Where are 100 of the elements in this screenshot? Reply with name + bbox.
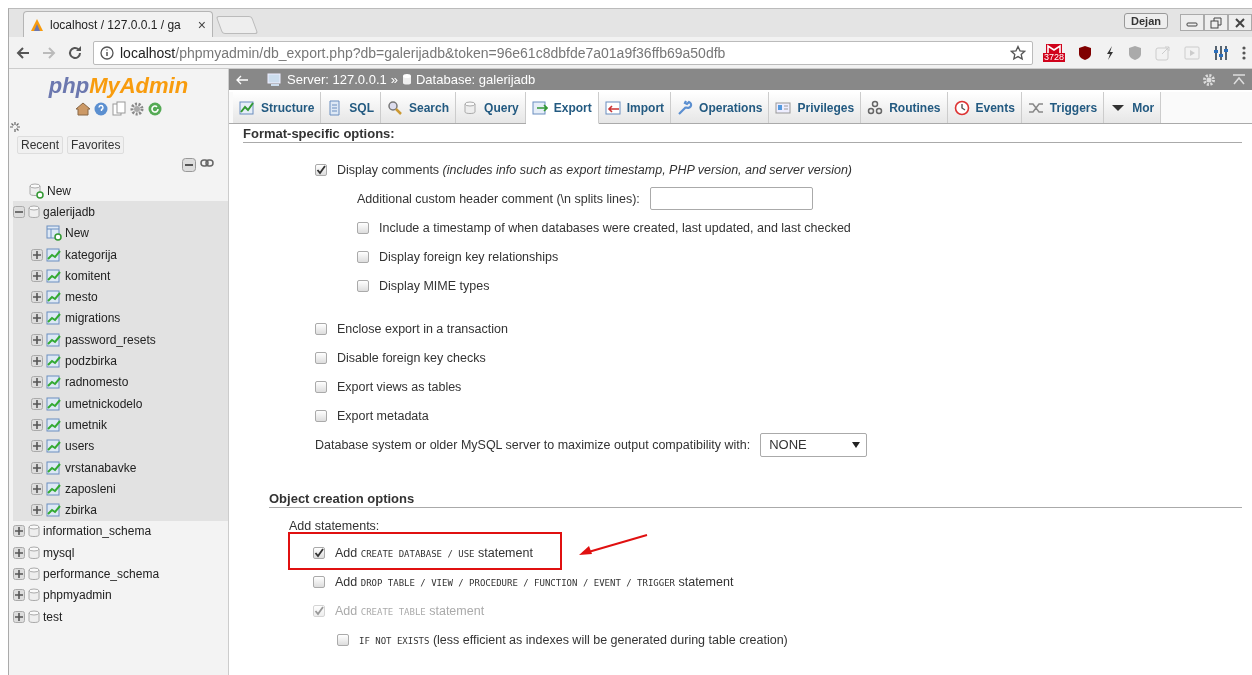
table-link[interactable]: zaposleni [65, 481, 116, 496]
nav-tab[interactable]: Search [381, 92, 457, 123]
checkbox[interactable] [357, 279, 369, 292]
sliders-icon[interactable] [1213, 44, 1229, 61]
nav-tab[interactable]: Operations [671, 92, 770, 123]
table-link[interactable]: podzbirka [65, 354, 118, 368]
database-link[interactable]: performance_schema [43, 567, 160, 581]
checkbox[interactable] [357, 221, 369, 234]
expand-icon[interactable] [13, 589, 25, 602]
table-chart-icon [46, 460, 62, 475]
database-link[interactable]: phpmyadmin [43, 588, 112, 603]
checkbox[interactable] [315, 163, 327, 176]
loading-spinner-icon [9, 121, 21, 133]
expand-icon[interactable] [31, 333, 43, 346]
expand-icon[interactable] [31, 482, 43, 495]
sidebar-tab-button[interactable]: Favorites [67, 136, 125, 154]
expand-icon[interactable] [13, 610, 25, 623]
table-link[interactable]: kategorija [65, 247, 118, 262]
browser-tab[interactable]: localhost / 127.0.0.1 / ga × [23, 11, 213, 37]
collapse-all-icon[interactable] [182, 158, 196, 172]
expand-icon[interactable] [13, 568, 25, 580]
reload-icon[interactable] [67, 44, 83, 61]
compatibility-dropdown[interactable]: NONE [760, 432, 868, 457]
table-link[interactable]: umetnickodelo [65, 396, 143, 411]
nav-tab[interactable]: Events [947, 92, 1022, 123]
expand-icon[interactable] [31, 461, 43, 474]
expand-icon[interactable] [31, 312, 43, 325]
table-link[interactable]: users [65, 439, 95, 454]
expand-icon[interactable] [31, 418, 43, 431]
database-link[interactable]: galerijadb [43, 204, 96, 219]
checkbox[interactable] [315, 322, 327, 335]
table-chart-icon [46, 481, 62, 496]
table-link[interactable]: password_resets [65, 332, 156, 347]
nav-tab[interactable]: Query [456, 92, 526, 123]
profile-button[interactable]: Dejan [1124, 13, 1168, 29]
expand-icon[interactable] [31, 504, 43, 517]
collapse-up-icon[interactable] [1232, 72, 1246, 87]
restore-button[interactable] [1204, 14, 1228, 31]
shield-icon[interactable] [1078, 44, 1092, 61]
checkbox[interactable] [315, 409, 327, 422]
text-field[interactable] [649, 187, 813, 210]
nav-tab[interactable]: Triggers [1021, 92, 1105, 123]
expand-icon[interactable] [31, 248, 43, 261]
menu-icon[interactable] [1242, 44, 1246, 61]
nav-tab[interactable]: Mor [1104, 92, 1162, 123]
back-icon[interactable] [15, 44, 31, 61]
expand-icon[interactable] [13, 525, 25, 538]
new-link[interactable]: New [47, 183, 71, 198]
database-link[interactable]: test [43, 609, 63, 624]
table-link[interactable]: komitent [65, 268, 111, 283]
settings-icon[interactable] [1202, 72, 1216, 87]
table-link[interactable]: radnomesto [65, 375, 129, 390]
expand-icon[interactable] [31, 376, 43, 389]
nav-tab[interactable]: Import [598, 92, 672, 123]
address-bar[interactable]: localhost/phpmyadmin/db_export.php?db=galerijadb&token=96e61c8dbfde7a01a9f36ffb69a50dfb [93, 40, 1033, 65]
close-icon [1234, 16, 1246, 29]
sidebar-tab-button[interactable]: Recent [17, 136, 64, 154]
table-link[interactable]: umetnik [65, 417, 108, 432]
nav-tab[interactable]: Structure [233, 92, 322, 123]
nav-tab[interactable]: SQL [321, 92, 381, 123]
table-link[interactable]: zbirka [65, 503, 97, 518]
expand-icon[interactable] [31, 397, 43, 410]
new-link[interactable]: New [65, 226, 89, 241]
gear-icon[interactable] [128, 101, 145, 117]
field-label: Database system or older MySQL server to maximize output compatibility with: [315, 437, 751, 452]
checkbox[interactable] [315, 380, 327, 393]
help-icon[interactable] [92, 101, 109, 117]
option-label: Display foreign key relationships [379, 249, 559, 264]
home-icon[interactable] [74, 101, 91, 117]
expand-icon[interactable] [31, 440, 43, 453]
star-icon[interactable] [1009, 44, 1026, 61]
expand-icon[interactable] [13, 546, 25, 559]
reload-icon[interactable] [146, 101, 163, 117]
expand-icon[interactable] [31, 291, 43, 304]
nav-tab[interactable]: Routines [861, 92, 948, 123]
database-link[interactable]: Database: galerijadb [415, 72, 536, 87]
nav-tab[interactable]: Export [525, 92, 599, 124]
checkbox[interactable] [313, 546, 325, 559]
link-icon[interactable] [200, 158, 214, 168]
expand-icon[interactable] [31, 355, 43, 367]
table-link[interactable]: vrstanabavke [65, 460, 137, 475]
close-tab-button[interactable]: × [197, 16, 206, 33]
back-arrow-icon[interactable] [235, 73, 249, 86]
nav-tab[interactable]: Privileges [769, 92, 862, 123]
server-link[interactable]: Server: 127.0.0.1 [287, 72, 387, 87]
phpmyadmin-logo[interactable]: phpMyAdmin [48, 73, 189, 99]
database-link[interactable]: information_schema [43, 524, 152, 539]
table-link[interactable]: migrations [65, 311, 121, 326]
collapse-icon[interactable] [13, 205, 25, 218]
close-window-button[interactable] [1228, 14, 1252, 31]
checkbox[interactable] [357, 250, 369, 263]
checkbox[interactable] [315, 351, 327, 364]
database-link[interactable]: mysql [43, 545, 75, 560]
envelope-icon[interactable] [1045, 43, 1063, 53]
section-heading: Object creation options [269, 489, 1242, 508]
checkbox[interactable] [313, 575, 325, 588]
expand-icon[interactable] [31, 269, 43, 282]
server-icon [267, 72, 283, 87]
table-link[interactable]: mesto [65, 290, 98, 305]
new-table-icon [46, 225, 62, 242]
